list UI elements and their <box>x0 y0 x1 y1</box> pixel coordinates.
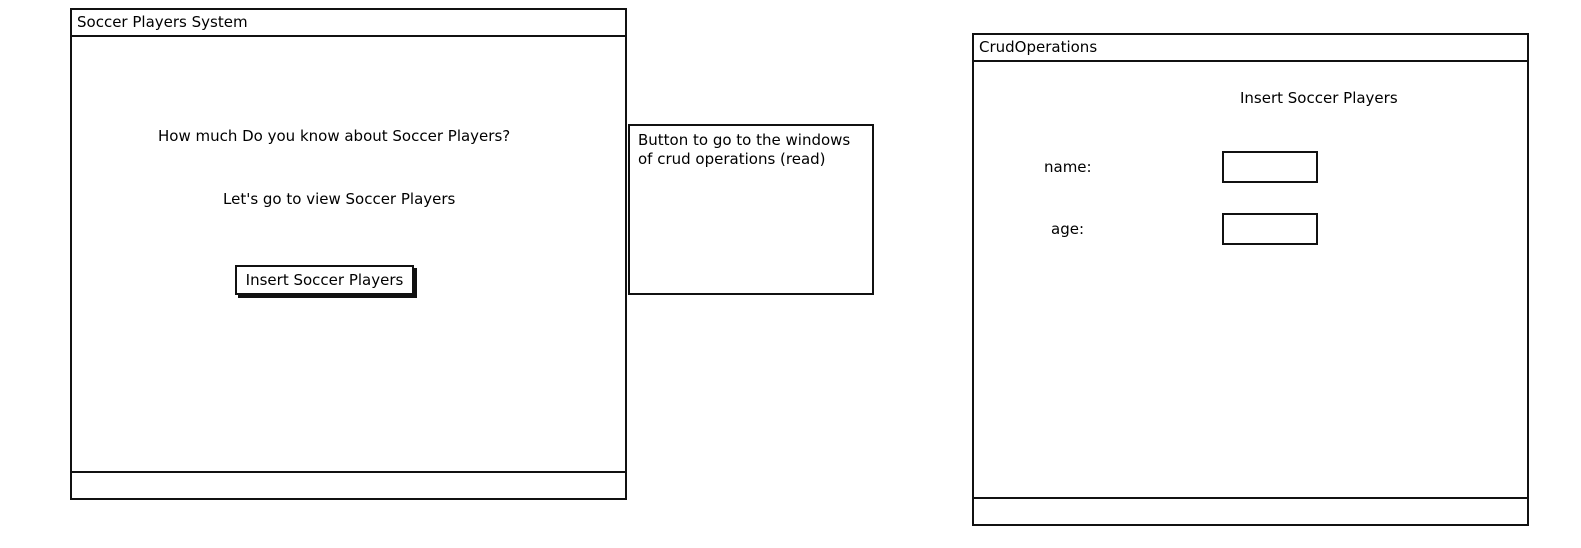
name-input[interactable] <box>1222 151 1318 183</box>
main-window-title: Soccer Players System <box>72 10 625 37</box>
name-label: name: <box>1044 158 1092 176</box>
main-window: Soccer Players System How much Do you kn… <box>70 8 627 500</box>
annotation-note: Button to go to the windows of crud oper… <box>628 124 874 295</box>
age-input[interactable] <box>1222 213 1318 245</box>
main-window-status-bar <box>72 471 625 498</box>
crud-heading: Insert Soccer Players <box>1240 89 1398 107</box>
view-players-text: Let's go to view Soccer Players <box>223 190 456 208</box>
age-label: age: <box>1051 220 1084 238</box>
crud-window-title: CrudOperations <box>974 35 1527 62</box>
question-text: How much Do you know about Soccer Player… <box>158 127 511 145</box>
insert-soccer-players-button[interactable]: Insert Soccer Players <box>235 265 414 295</box>
crud-window: CrudOperations Insert Soccer Players nam… <box>972 33 1529 526</box>
crud-window-status-bar <box>974 497 1527 524</box>
